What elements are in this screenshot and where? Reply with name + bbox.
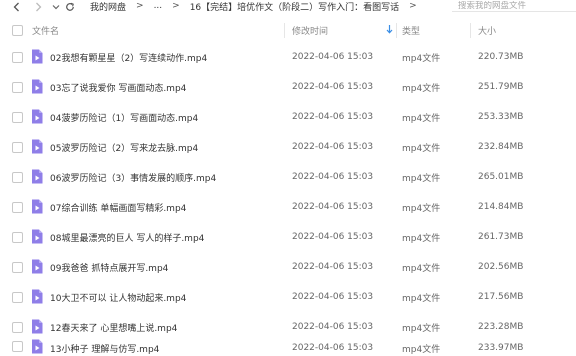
video-file-icon xyxy=(32,199,43,214)
breadcrumb-separator: > xyxy=(172,1,180,11)
file-row[interactable]: 10大卫不可以 让人物动起来.mp4 2022-04-06 15:03 mp4文… xyxy=(0,282,576,312)
file-name[interactable]: 02我想有颗星星（2）写连续动作.mp4 xyxy=(50,42,207,72)
column-divider[interactable] xyxy=(470,23,471,38)
video-file-icon xyxy=(32,109,43,124)
file-type: mp4文件 xyxy=(402,203,441,214)
file-name[interactable]: 08城里最漂亮的巨人 写人的样子.mp4 xyxy=(50,222,204,252)
file-modified-time: 2022-04-06 15:03 xyxy=(292,232,374,242)
file-name[interactable]: 05波罗历险记（2）写来龙去脉.mp4 xyxy=(50,132,198,162)
refresh-button[interactable] xyxy=(62,0,78,14)
file-type: mp4文件 xyxy=(402,293,441,304)
file-row[interactable]: 06波罗历险记（3）事情发展的顺序.mp4 2022-04-06 15:03 m… xyxy=(0,162,576,192)
file-type: mp4文件 xyxy=(402,263,441,274)
file-name[interactable]: 09我爸爸 抓特点展开写.mp4 xyxy=(50,252,168,282)
search-box xyxy=(452,0,576,12)
video-file-icon xyxy=(32,229,43,244)
column-divider[interactable] xyxy=(284,23,285,38)
file-row[interactable]: 07综合训练 单幅画面写精彩.mp4 2022-04-06 15:03 mp4文… xyxy=(0,192,576,222)
column-divider[interactable] xyxy=(396,23,397,38)
file-name[interactable]: 03忘了说我爱你 写画面动态.mp4 xyxy=(50,72,186,102)
row-checkbox[interactable] xyxy=(12,82,23,93)
chevron-left-icon xyxy=(13,2,19,12)
file-row[interactable]: 03忘了说我爱你 写画面动态.mp4 2022-04-06 15:03 mp4文… xyxy=(0,72,576,102)
file-modified-time: 2022-04-06 15:03 xyxy=(292,112,374,122)
row-checkbox[interactable] xyxy=(12,341,23,352)
select-all-checkbox[interactable] xyxy=(12,25,23,36)
file-type: mp4文件 xyxy=(402,233,441,244)
back-button[interactable] xyxy=(8,0,24,14)
file-type: mp4文件 xyxy=(402,113,441,124)
column-header-name[interactable]: 文件名 xyxy=(32,19,59,42)
row-checkbox[interactable] xyxy=(12,52,23,63)
forward-button[interactable] xyxy=(30,0,46,14)
column-header-type[interactable]: 类型 xyxy=(402,19,420,42)
row-checkbox[interactable] xyxy=(12,262,23,273)
video-file-icon xyxy=(32,49,43,64)
column-header-modified[interactable]: 修改时间 xyxy=(292,19,328,42)
breadcrumb-separator: > xyxy=(136,1,144,11)
file-row[interactable]: 05波罗历险记（2）写来龙去脉.mp4 2022-04-06 15:03 mp4… xyxy=(0,132,576,162)
video-file-icon xyxy=(32,79,43,94)
file-row[interactable]: 13小种子 理解与仿写.mp4 2022-04-06 15:03 mp4文件 2… xyxy=(0,336,576,356)
file-modified-time: 2022-04-06 15:03 xyxy=(292,262,374,272)
file-row[interactable]: 08城里最漂亮的巨人 写人的样子.mp4 2022-04-06 15:03 mp… xyxy=(0,222,576,252)
chevron-right-icon xyxy=(35,2,41,12)
breadcrumb-separator[interactable]: > xyxy=(409,1,417,11)
navigation-bar: 我的网盘 > ... > 16【完结】培优作文（阶段二）写作入门：看图写话 > xyxy=(0,0,576,14)
video-file-icon xyxy=(32,319,43,334)
row-checkbox[interactable] xyxy=(12,292,23,303)
sort-descending-icon[interactable] xyxy=(386,24,393,36)
file-name[interactable]: 06波罗历险记（3）事情发展的顺序.mp4 xyxy=(50,162,216,192)
row-checkbox[interactable] xyxy=(12,322,23,333)
video-file-icon xyxy=(32,169,43,184)
file-row[interactable]: 04菠萝历险记（1）写画面动态.mp4 2022-04-06 15:03 mp4… xyxy=(0,102,576,132)
file-name[interactable]: 07综合训练 单幅画面写精彩.mp4 xyxy=(50,192,186,222)
breadcrumb-current-folder[interactable]: 16【完结】培优作文（阶段二）写作入门：看图写话 xyxy=(190,0,399,13)
video-file-icon xyxy=(32,259,43,274)
file-type: mp4文件 xyxy=(402,173,441,184)
file-modified-time: 2022-04-06 15:03 xyxy=(292,52,374,62)
video-file-icon xyxy=(32,339,43,354)
row-checkbox[interactable] xyxy=(12,172,23,183)
row-checkbox[interactable] xyxy=(12,202,23,213)
file-row[interactable]: 09我爸爸 抓特点展开写.mp4 2022-04-06 15:03 mp4文件 … xyxy=(0,252,576,282)
file-name[interactable]: 10大卫不可以 让人物动起来.mp4 xyxy=(50,282,186,312)
search-input[interactable] xyxy=(458,0,576,11)
file-size: 233.97MB xyxy=(478,343,524,353)
file-modified-time: 2022-04-06 15:03 xyxy=(292,82,374,92)
file-modified-time: 2022-04-06 15:03 xyxy=(292,142,374,152)
file-modified-time: 2022-04-06 15:03 xyxy=(292,343,374,353)
file-type: mp4文件 xyxy=(402,53,441,64)
breadcrumb-ellipsis[interactable]: ... xyxy=(154,1,163,11)
file-modified-time: 2022-04-06 15:03 xyxy=(292,172,374,182)
file-modified-time: 2022-04-06 15:03 xyxy=(292,292,374,302)
row-checkbox[interactable] xyxy=(12,232,23,243)
file-size: 220.73MB xyxy=(478,52,524,62)
file-type: mp4文件 xyxy=(402,143,441,154)
file-size: 217.56MB xyxy=(478,292,524,302)
column-header-size[interactable]: 大小 xyxy=(478,19,496,42)
file-type: mp4文件 xyxy=(402,344,441,355)
file-modified-time: 2022-04-06 15:03 xyxy=(292,202,374,212)
file-list-header: 文件名 修改时间 类型 大小 xyxy=(0,19,576,42)
file-row[interactable]: 02我想有颗星星（2）写连续动作.mp4 2022-04-06 15:03 mp… xyxy=(0,42,576,72)
breadcrumb-root[interactable]: 我的网盘 xyxy=(90,0,126,13)
file-size: 261.73MB xyxy=(478,232,524,242)
breadcrumb: 我的网盘 > ... > 16【完结】培优作文（阶段二）写作入门：看图写话 > xyxy=(90,0,445,12)
row-checkbox[interactable] xyxy=(12,112,23,123)
file-size: 214.84MB xyxy=(478,202,524,212)
file-size: 232.84MB xyxy=(478,142,524,152)
file-size: 265.01MB xyxy=(478,172,524,182)
file-size: 251.79MB xyxy=(478,82,524,92)
file-name[interactable]: 13小种子 理解与仿写.mp4 xyxy=(50,338,159,356)
refresh-icon xyxy=(66,2,74,11)
file-type: mp4文件 xyxy=(402,83,441,94)
video-file-icon xyxy=(32,289,43,304)
file-size: 253.33MB xyxy=(478,112,524,122)
chevron-down-icon xyxy=(52,5,60,10)
file-size: 202.56MB xyxy=(478,262,524,272)
row-checkbox[interactable] xyxy=(12,142,23,153)
file-name[interactable]: 04菠萝历险记（1）写画面动态.mp4 xyxy=(50,102,198,132)
video-file-icon xyxy=(32,139,43,154)
